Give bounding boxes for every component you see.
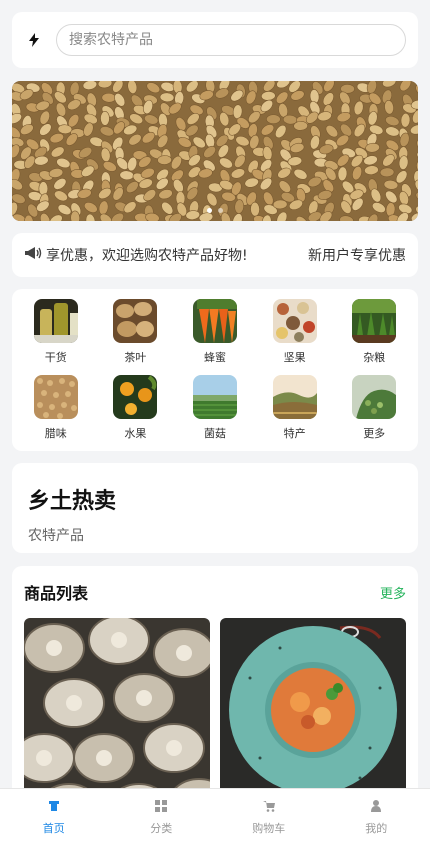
tab-label: 分类 bbox=[150, 822, 173, 835]
category-image bbox=[192, 375, 237, 419]
category-label: 坚果 bbox=[283, 351, 306, 364]
category-label: 蜂蜜 bbox=[203, 351, 226, 364]
product-card-soup[interactable] bbox=[220, 618, 406, 806]
tab-label: 购物车 bbox=[252, 822, 286, 835]
carousel-dots bbox=[12, 208, 418, 213]
search-bar bbox=[12, 12, 418, 68]
category-grid-card: 干货 茶叶 蜂蜜 坚果 杂粮 腊味 水果 菌菇 特产 更多 bbox=[12, 289, 418, 451]
product-card-mushrooms[interactable] bbox=[24, 618, 210, 806]
tab-profile[interactable]: 我的 bbox=[323, 789, 430, 844]
category-image bbox=[192, 299, 237, 343]
category-image bbox=[352, 299, 397, 343]
user-icon bbox=[370, 797, 382, 816]
product-grid bbox=[24, 618, 406, 806]
search-input[interactable] bbox=[56, 24, 406, 56]
category-item-nuts[interactable]: 坚果 bbox=[255, 299, 335, 365]
category-label: 菌菇 bbox=[203, 427, 226, 440]
category-item-cured-meat[interactable]: 腊味 bbox=[16, 375, 96, 441]
carousel-dot[interactable] bbox=[218, 208, 223, 213]
hot-selling-title: 乡土热卖 bbox=[28, 489, 117, 514]
category-item-specialty[interactable]: 特产 bbox=[255, 375, 335, 441]
megaphone-icon bbox=[24, 245, 44, 265]
category-image bbox=[272, 299, 317, 343]
tab-cart[interactable]: 购物车 bbox=[215, 789, 323, 844]
category-item-honey[interactable]: 蜂蜜 bbox=[175, 299, 255, 365]
product-list-title: 商品列表 bbox=[24, 584, 89, 603]
category-label: 茶叶 bbox=[124, 351, 147, 364]
lightning-icon[interactable] bbox=[24, 30, 44, 50]
tab-label: 我的 bbox=[365, 822, 388, 835]
hot-selling-subtitle: 农特产品 bbox=[28, 528, 84, 544]
bottom-tab-bar: 首页 分类 购物车 我的 bbox=[0, 788, 430, 844]
notice-text: 享优惠，欢迎选购农特产品好物! bbox=[46, 248, 248, 264]
product-list-header: 商品列表 更多 bbox=[24, 580, 406, 604]
category-item-grains[interactable]: 杂粮 bbox=[334, 299, 414, 365]
category-label: 杂粮 bbox=[363, 351, 386, 364]
category-image bbox=[113, 299, 158, 343]
product-list-section: 商品列表 更多 bbox=[12, 566, 418, 806]
category-image bbox=[272, 375, 317, 419]
category-image bbox=[33, 375, 78, 419]
category-label: 特产 bbox=[283, 427, 306, 440]
home-icon bbox=[48, 797, 60, 816]
notice-bar[interactable]: 享优惠，欢迎选购农特产品好物! 新用户专享优惠 bbox=[12, 233, 418, 277]
category-item-dried-goods[interactable]: 干货 bbox=[16, 299, 96, 365]
product-list-more-link[interactable]: 更多 bbox=[380, 583, 406, 602]
category-grid: 干货 茶叶 蜂蜜 坚果 杂粮 腊味 水果 菌菇 特产 更多 bbox=[16, 299, 414, 441]
category-image bbox=[352, 375, 397, 419]
grid-icon bbox=[155, 797, 168, 816]
category-label: 腊味 bbox=[44, 427, 67, 440]
category-item-tea[interactable]: 茶叶 bbox=[96, 299, 176, 365]
category-image bbox=[33, 299, 78, 343]
category-label: 更多 bbox=[363, 427, 386, 440]
product-image bbox=[220, 618, 406, 806]
banner-carousel[interactable] bbox=[12, 81, 418, 221]
category-label: 水果 bbox=[124, 427, 147, 440]
category-item-mushrooms[interactable]: 菌菇 bbox=[175, 375, 255, 441]
category-item-more[interactable]: 更多 bbox=[334, 375, 414, 441]
banner-image bbox=[12, 81, 418, 221]
tab-home[interactable]: 首页 bbox=[0, 789, 108, 844]
category-image bbox=[113, 375, 158, 419]
new-user-offer-link[interactable]: 新用户专享优惠 bbox=[308, 245, 406, 265]
cart-icon bbox=[262, 797, 275, 816]
carousel-dot[interactable] bbox=[207, 208, 212, 213]
hot-selling-banner[interactable]: 乡土热卖 农特产品 bbox=[12, 463, 418, 553]
product-image bbox=[24, 618, 210, 806]
tab-label: 首页 bbox=[42, 822, 65, 835]
category-label: 干货 bbox=[44, 351, 67, 364]
category-item-fruit[interactable]: 水果 bbox=[96, 375, 176, 441]
tab-category[interactable]: 分类 bbox=[108, 789, 216, 844]
